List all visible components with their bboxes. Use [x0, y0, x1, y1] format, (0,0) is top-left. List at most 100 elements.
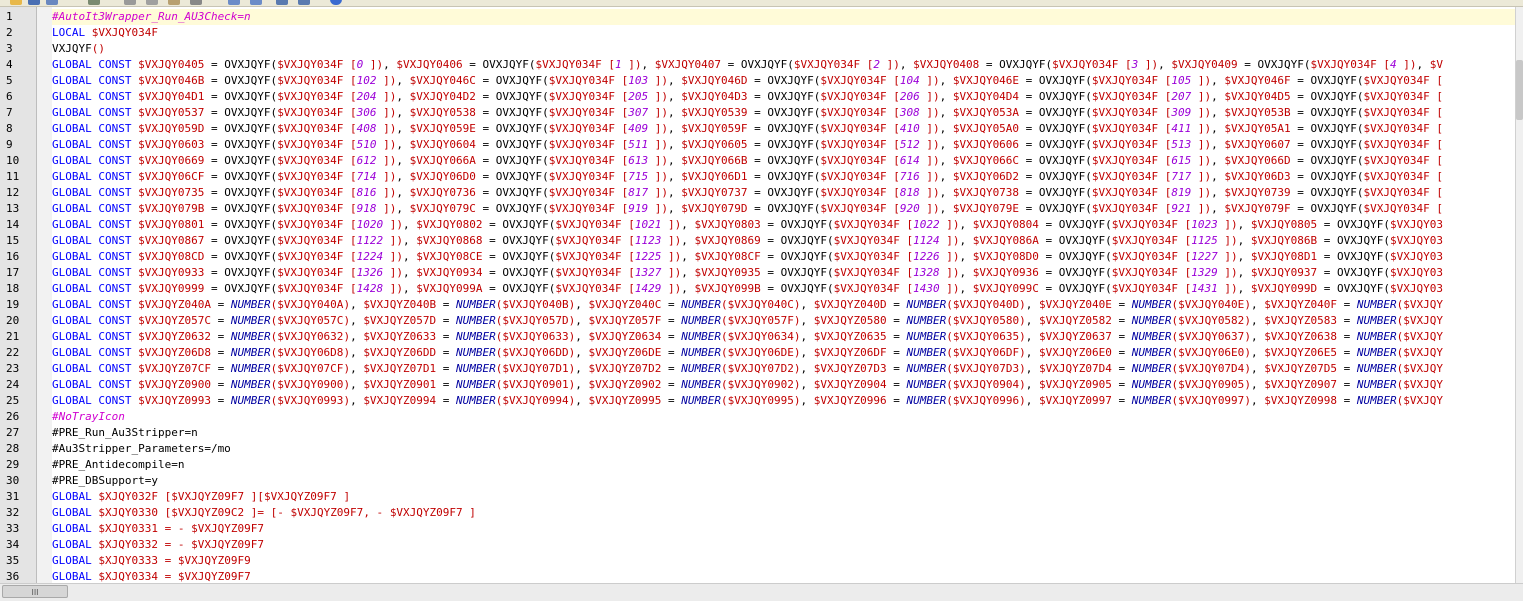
code-token: = OVXJQYF(	[1317, 218, 1390, 231]
code-token: [	[350, 122, 357, 135]
code-line[interactable]: GLOBAL CONST $VXJQY059D = OVXJQYF($VXJQY…	[52, 121, 1443, 137]
cut-icon[interactable]	[124, 0, 136, 5]
code-token: ])	[668, 250, 682, 263]
code-token: [	[1436, 90, 1443, 103]
code-token: 1020	[356, 218, 390, 231]
fold-margin[interactable]	[37, 7, 52, 583]
code-line[interactable]: GLOBAL CONST $VXJQYZ0632 = NUMBER($VXJQY…	[52, 329, 1443, 345]
code-token: 1328	[913, 266, 947, 279]
copy-icon[interactable]	[146, 0, 158, 5]
code-token: GLOBAL CONST	[52, 234, 139, 247]
code-token: ,	[403, 250, 417, 263]
code-token: = OVXJQYF(	[204, 234, 278, 247]
code-line[interactable]: GLOBAL $XJQY0332 = - $VXJQYZ09F7	[52, 537, 264, 553]
code-token: = OVXJQYF(	[1290, 138, 1364, 151]
code-token: = OVXJQYF(	[204, 266, 278, 279]
code-line[interactable]: GLOBAL $XJQY032F [$VXJQYZ09F7 ][$VXJQYZ0…	[52, 489, 350, 505]
code-token: ,	[939, 154, 953, 167]
save-icon[interactable]	[28, 0, 40, 5]
code-token: $VXJQY066C	[952, 154, 1020, 167]
code-token: $VXJQY034F	[1091, 106, 1165, 119]
code-line[interactable]: GLOBAL $XJQY0334 = $VXJQYZ09F7	[52, 569, 251, 583]
code-line[interactable]: GLOBAL CONST $VXJQY0801 = OVXJQYF($VXJQY…	[52, 217, 1443, 233]
help-icon[interactable]	[330, 0, 342, 5]
code-token: ,	[800, 298, 814, 311]
code-editor[interactable]: #AutoIt3Wrapper_Run_AU3Check=n LOCAL $VXJ…	[52, 7, 1515, 583]
code-line[interactable]: GLOBAL CONST $VXJQY0669 = OVXJQYF($VXJQY…	[52, 153, 1443, 169]
redo-icon[interactable]	[250, 0, 262, 5]
code-token: $VXJQYZ0994	[363, 394, 437, 407]
code-token: = OVXJQYF(	[760, 266, 834, 279]
code-token: 614	[899, 154, 927, 167]
vertical-scrollbar-thumb[interactable]	[1516, 60, 1523, 120]
code-line[interactable]: GLOBAL CONST $VXJQY046B = OVXJQYF($VXJQY…	[52, 73, 1443, 89]
code-line[interactable]: #NoTrayIcon	[52, 409, 125, 425]
code-token: $VXJQY0632	[277, 330, 344, 343]
horizontal-scrollbar[interactable]	[0, 583, 1523, 601]
code-line[interactable]: GLOBAL CONST $VXJQY0603 = OVXJQYF($VXJQY…	[52, 137, 1443, 153]
code-token: NUMBER	[1356, 346, 1397, 359]
code-token: $VXJQY040C	[727, 298, 794, 311]
code-token: $VXJQY05A0	[952, 122, 1020, 135]
horizontal-scrollbar-thumb[interactable]: III	[2, 585, 68, 598]
code-token: $VXJQY0603	[138, 138, 205, 151]
code-line[interactable]: GLOBAL CONST $VXJQY0933 = OVXJQYF($VXJQY…	[52, 265, 1443, 281]
code-token: )	[1244, 394, 1251, 407]
code-line[interactable]: #PRE_Run_Au3Stripper=n	[52, 425, 198, 441]
line-number: 17	[6, 266, 20, 279]
code-token: NUMBER	[1131, 298, 1172, 311]
code-token: $VXJQY034F	[277, 138, 351, 151]
code-line[interactable]: GLOBAL $XJQY0333 = $VXJQYZ09F9	[52, 553, 251, 569]
code-line[interactable]: GLOBAL CONST $VXJQYZ040A = NUMBER($VXJQY…	[52, 297, 1443, 313]
find-icon[interactable]	[276, 0, 288, 5]
code-line[interactable]: GLOBAL CONST $VXJQY0999 = OVXJQYF($VXJQY…	[52, 281, 1443, 297]
code-line[interactable]: GLOBAL CONST $VXJQYZ06D8 = NUMBER($VXJQY…	[52, 345, 1443, 361]
code-token: 716	[899, 170, 927, 183]
paste-icon[interactable]	[168, 0, 180, 5]
replace-icon[interactable]	[298, 0, 310, 5]
code-line[interactable]: #PRE_Antidecompile=n	[52, 457, 184, 473]
code-token: ,	[403, 234, 417, 247]
code-line[interactable]: GLOBAL CONST $VXJQYZ0993 = NUMBER($VXJQY…	[52, 393, 1443, 409]
code-token: 408	[356, 122, 384, 135]
code-line[interactable]: GLOBAL CONST $VXJQY079B = OVXJQYF($VXJQY…	[52, 201, 1443, 217]
code-token: $VXJQY0580	[952, 314, 1020, 327]
undo-icon[interactable]	[228, 0, 240, 5]
close-icon[interactable]	[190, 0, 202, 5]
code-token: $VXJQY0900	[277, 378, 344, 391]
code-token: $VXJQY07D4	[1178, 362, 1245, 375]
code-token: NUMBER	[906, 394, 947, 407]
code-line[interactable]: GLOBAL $XJQY0330 [$VXJQYZ09C2 ]= [- $VXJ…	[52, 505, 476, 521]
code-line[interactable]: LOCAL $VXJQY034F	[52, 25, 158, 41]
code-line[interactable]: GLOBAL CONST $VXJQY0735 = OVXJQYF($VXJQY…	[52, 185, 1443, 201]
print-icon[interactable]	[88, 0, 100, 5]
code-token: [	[1436, 170, 1443, 183]
code-token: $VXJQY	[1403, 394, 1444, 407]
code-token: = OVXJQYF(	[1290, 186, 1364, 199]
code-token: GLOBAL CONST	[52, 314, 139, 327]
code-line[interactable]: GLOBAL CONST $VXJQY0537 = OVXJQYF($VXJQY…	[52, 105, 1443, 121]
code-line[interactable]: GLOBAL CONST $VXJQY0867 = OVXJQYF($VXJQY…	[52, 233, 1443, 249]
code-token: ,	[1250, 378, 1265, 391]
code-line[interactable]: #PRE_DBSupport=y	[52, 473, 158, 489]
code-line[interactable]: GLOBAL CONST $VXJQYZ0900 = NUMBER($VXJQY…	[52, 377, 1443, 393]
open-file-icon[interactable]	[10, 0, 22, 5]
code-line[interactable]: VXJQYF()	[52, 41, 105, 57]
code-token: $VXJQY034F	[548, 90, 622, 103]
code-line[interactable]: #AutoIt3Wrapper_Run_AU3Check=n	[52, 9, 251, 25]
code-line[interactable]: GLOBAL CONST $VXJQY06CF = OVXJQYF($VXJQY…	[52, 169, 1443, 185]
code-line[interactable]: #Au3Stripper_Parameters=/mo	[52, 441, 231, 457]
code-token: $VXJQY05A1	[1224, 122, 1291, 135]
code-token: =	[886, 330, 907, 343]
code-line[interactable]: GLOBAL $XJQY0331 = - $VXJQYZ09F7	[52, 521, 264, 537]
code-token: ])	[1197, 202, 1212, 215]
code-line[interactable]: GLOBAL CONST $VXJQY04D1 = OVXJQYF($VXJQY…	[52, 89, 1443, 105]
code-line[interactable]: GLOBAL CONST $VXJQYZ057C = NUMBER($VXJQY…	[52, 313, 1443, 329]
code-token: $VXJQY0409	[1171, 58, 1238, 71]
code-line[interactable]: GLOBAL CONST $VXJQYZ07CF = NUMBER($VXJQY…	[52, 361, 1443, 377]
code-token: 615	[1171, 154, 1198, 167]
code-line[interactable]: GLOBAL CONST $VXJQY08CD = OVXJQYF($VXJQY…	[52, 249, 1443, 265]
save-all-icon[interactable]	[46, 0, 58, 5]
code-line[interactable]: GLOBAL CONST $VXJQY0405 = OVXJQYF($VXJQY…	[52, 57, 1443, 73]
code-token: $VXJQY034F	[555, 250, 629, 263]
